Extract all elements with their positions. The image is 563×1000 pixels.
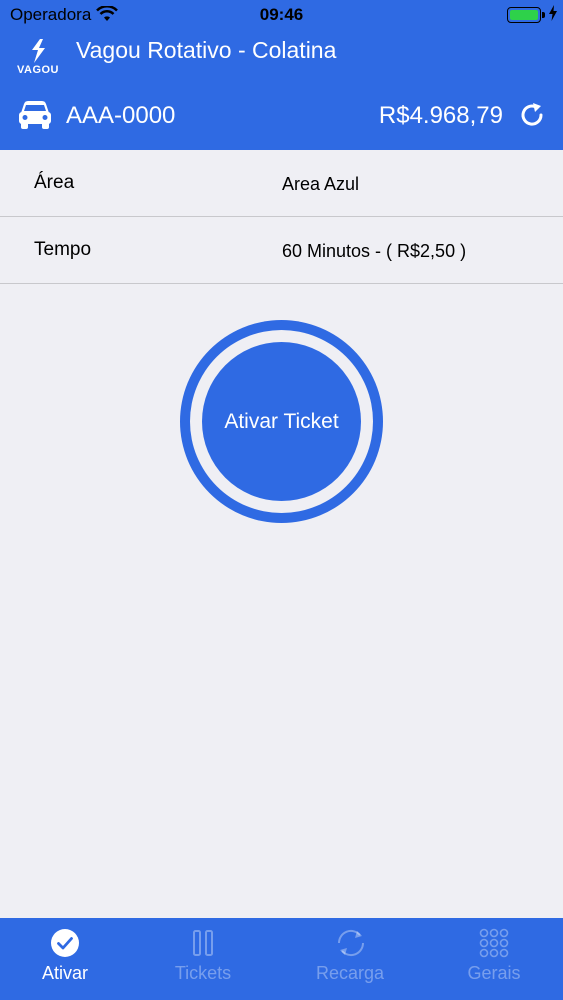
tab-tickets[interactable]: Tickets — [133, 918, 273, 1000]
vehicle-plate[interactable]: AAA-0000 — [66, 102, 175, 130]
area-row[interactable]: Área Area Azul — [0, 150, 563, 217]
refresh-icon[interactable] — [519, 102, 545, 133]
vagou-logo: VAGOU — [14, 38, 62, 86]
tab-ativar[interactable]: Ativar — [0, 918, 135, 1000]
account-balance: R$4.968,79 — [378, 102, 503, 129]
grid-icon — [479, 928, 509, 958]
check-circle-icon — [50, 928, 80, 958]
battery-icon — [507, 7, 545, 23]
tempo-label: Tempo — [34, 239, 92, 260]
tab-label: Gerais — [467, 963, 521, 983]
area-label: Área — [34, 172, 75, 193]
app-header: VAGOU Vagou Rotativo - Colatina AAA-0000… — [0, 30, 563, 150]
tab-label: Tickets — [174, 963, 232, 983]
logo-text: VAGOU — [16, 64, 60, 76]
refresh-circle-icon — [335, 928, 365, 958]
tab-label: Ativar — [41, 963, 88, 983]
tab-bar: Ativar Tickets Recarga Gerais — [0, 918, 563, 1000]
area-value[interactable]: Area Azul — [282, 174, 359, 195]
tab-recarga[interactable]: Recarga — [280, 918, 420, 1000]
car-icon — [18, 100, 52, 135]
tempo-value[interactable]: 60 Minutos - ( R$2,50 ) — [282, 241, 466, 262]
activate-ticket-button[interactable]: Ativar Ticket — [202, 342, 361, 501]
charging-icon — [549, 5, 557, 26]
tab-gerais[interactable]: Gerais — [424, 918, 563, 1000]
app-title: Vagou Rotativo - Colatina — [76, 37, 337, 63]
status-time: 09:46 — [259, 5, 304, 24]
tab-label: Recarga — [315, 963, 385, 983]
logo-mark-icon — [32, 39, 45, 63]
status-bar: Operadora 09:46 — [0, 0, 563, 30]
activate-button-outer-ring: Ativar Ticket — [180, 320, 383, 523]
pause-icon — [188, 928, 218, 958]
tempo-row[interactable]: Tempo 60 Minutos - ( R$2,50 ) — [0, 217, 563, 284]
